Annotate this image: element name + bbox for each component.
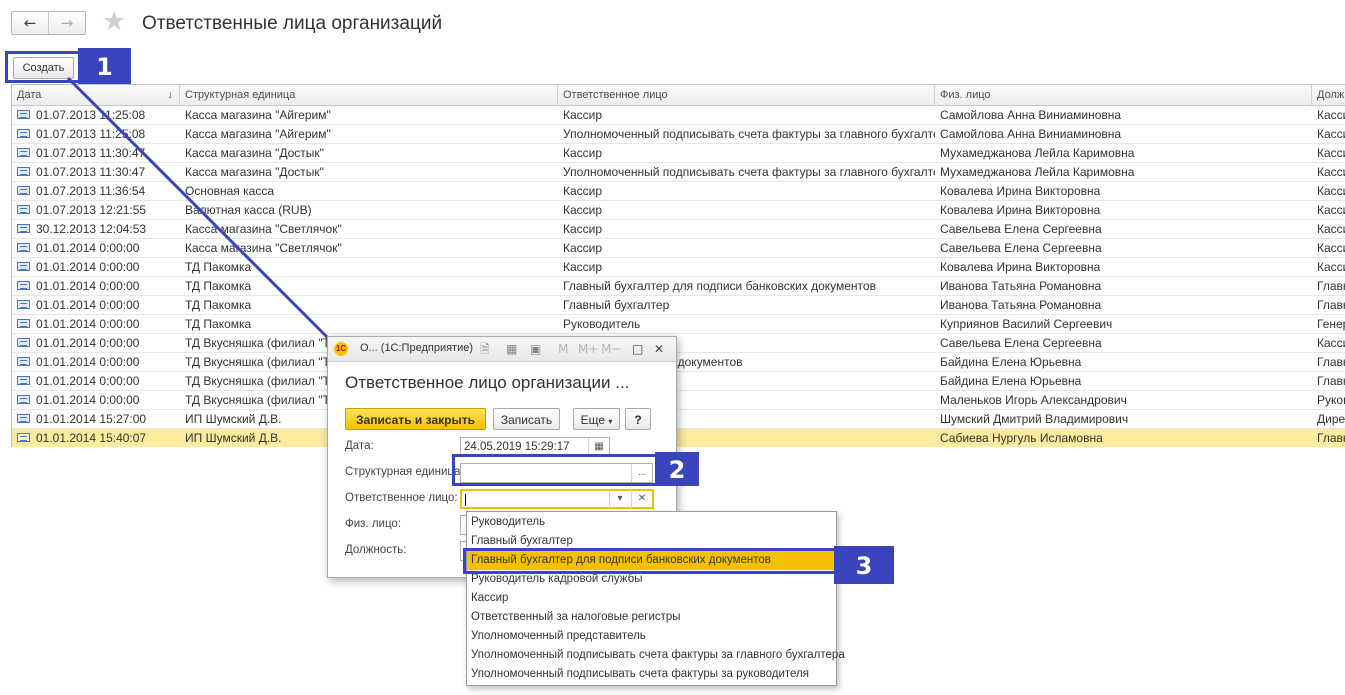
save-button[interactable]: Записать — [493, 408, 560, 430]
role-dropdown-list: Руководитель Главный бухгалтер Главный бух… — [466, 511, 845, 686]
dropdown-item[interactable]: Ответственный за налоговые регистры — [467, 608, 836, 627]
callout-1-badge: 1 — [78, 48, 131, 84]
more-button[interactable]: Еще ▾ — [573, 408, 620, 430]
help-button[interactable]: ? — [625, 408, 651, 430]
role-label: Ответственное лицо: — [345, 492, 458, 504]
callout-1-frame — [5, 51, 83, 83]
app-logo-icon: 1С — [334, 342, 348, 356]
memory-plus-icon[interactable]: M+ — [578, 341, 598, 357]
maximize-icon[interactable]: □ — [632, 341, 643, 357]
calendar-icon[interactable]: ▣ — [530, 341, 541, 357]
role-dropdown-icon[interactable]: ▾ — [609, 490, 630, 508]
dialog-window-title: О... (1С:Предприятие) — [360, 342, 474, 354]
dialog-heading: Ответственное лицо организации ... — [345, 373, 630, 392]
callout-line — [66, 76, 338, 348]
close-icon[interactable]: ✕ — [654, 341, 664, 357]
person-label: Физ. лицо: — [345, 518, 402, 530]
doc-icon[interactable]: 🗎 — [480, 341, 490, 357]
dropdown-item[interactable]: Руководитель — [467, 513, 836, 532]
position-label: Должность: — [345, 544, 407, 556]
unit-label: Структурная единица: — [345, 466, 464, 478]
dropdown-item[interactable]: Уполномоченный подписывать счета фактуры… — [467, 646, 845, 665]
callout-2-frame — [452, 454, 659, 486]
callout-3-badge: 3 — [834, 546, 894, 584]
dropdown-item[interactable]: Кассир — [467, 589, 836, 608]
memory-minus-icon[interactable]: M− — [601, 341, 621, 357]
chevron-down-icon: ▾ — [608, 417, 613, 426]
role-field[interactable]: ▾ ✕ — [460, 489, 654, 509]
save-and-close-button[interactable]: Записать и закрыть — [345, 408, 486, 430]
callout-2-badge: 2 — [655, 452, 699, 486]
memory-icon[interactable]: M — [558, 341, 568, 357]
clear-icon[interactable]: ✕ — [631, 490, 652, 508]
calc-icon[interactable]: ▦ — [506, 341, 517, 357]
dialog-titlebar: 1С О... (1С:Предприятие) 🗎 ▦ ▣ M M+ M− □… — [328, 337, 676, 362]
date-label: Дата: — [345, 440, 374, 452]
dropdown-item[interactable]: Уполномоченный подписывать счета фактуры… — [467, 665, 836, 684]
callout-3-frame — [463, 548, 839, 574]
dropdown-item[interactable]: Уполномоченный представитель — [467, 627, 836, 646]
